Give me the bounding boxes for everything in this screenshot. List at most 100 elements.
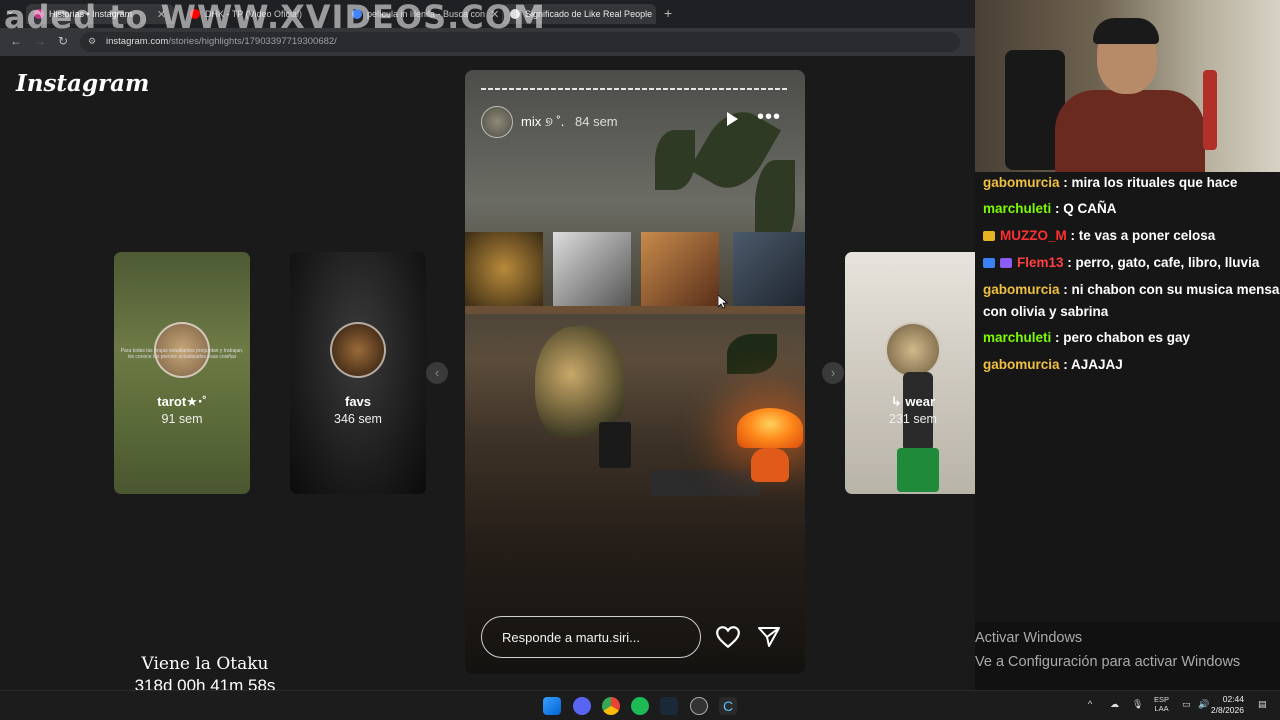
avatar[interactable] — [481, 106, 513, 138]
streamer-body — [1055, 90, 1205, 172]
system-clock[interactable]: 02:44 2/8/2026 — [1211, 694, 1244, 716]
speaker — [599, 422, 631, 468]
url-input[interactable]: ⚙ instagram.com/stories/highlights/17903… — [80, 32, 960, 52]
back-icon[interactable]: ← — [10, 34, 22, 48]
story-name: ↳ wear — [890, 394, 936, 409]
youtube-favicon-icon — [190, 9, 200, 19]
microphone-icon[interactable]: 🎙 — [1132, 699, 1143, 710]
chat-username: gabomurcia — [983, 175, 1060, 190]
story-time: 346 sem — [334, 412, 382, 426]
streamer-hair — [1093, 18, 1159, 44]
webcam-feed — [975, 0, 1280, 172]
lamp — [737, 408, 803, 448]
tab-label: DHK - TP (Video Oficial) — [205, 9, 303, 19]
chevron-left-icon[interactable]: ‹ — [426, 362, 448, 384]
turntable — [651, 470, 761, 496]
chat-message: gabomurcia : ni chabon con su musica men… — [983, 282, 1280, 319]
close-icon[interactable]: ✕ — [490, 8, 499, 21]
site-info-icon[interactable]: ⚙ — [88, 36, 96, 47]
language-indicator[interactable]: ESP LAA — [1154, 695, 1169, 713]
record-cover — [641, 232, 719, 306]
avatar — [885, 322, 941, 378]
app-icon[interactable]: C — [719, 697, 737, 715]
chevron-right-icon[interactable]: › — [822, 362, 844, 384]
story-name: tarot★‧˚ — [157, 394, 207, 409]
network-tray-icon[interactable]: ☁ — [1110, 699, 1119, 710]
plant-leaf — [655, 130, 695, 190]
google-favicon-icon — [352, 9, 362, 19]
windows-activation-watermark: Activar Windows Ve a Configuración para … — [975, 626, 1280, 674]
record-cover — [733, 232, 805, 306]
story-username[interactable]: mix ୭ ˚. — [521, 114, 564, 130]
tab-search-icon[interactable]: ⌄ — [6, 6, 14, 17]
chat-text: Q CAÑA — [1063, 201, 1117, 216]
forward-icon[interactable]: → — [34, 34, 46, 48]
language-code: ESP — [1154, 695, 1170, 704]
story-card-wear[interactable]: ↳ wear 231 sem — [845, 252, 981, 494]
spotify-icon[interactable] — [631, 697, 649, 715]
chat-text: perro, gato, cafe, libro, lluvia — [1075, 255, 1260, 270]
lamp-base — [751, 448, 789, 482]
tab-significado[interactable]: Significado de Like Real People ✕ — [502, 4, 656, 24]
chat-message: MUZZO_M : te vas a poner celosa — [983, 225, 1280, 247]
plant-leaf — [727, 334, 777, 374]
prime-badge-icon — [983, 258, 995, 269]
chat-text: te vas a poner celosa — [1078, 228, 1216, 243]
windows-taskbar: C ^ ☁ 🎙 ESP LAA ▭ 🔊 02:44 2/8/2026 ▤ — [0, 690, 1280, 720]
volume-icon[interactable]: 🔊 — [1198, 699, 1209, 710]
reload-icon[interactable]: ↻ — [58, 34, 68, 48]
countdown-title: Viene la Otaku — [141, 654, 269, 674]
tab-label: película in lilenila - Busca con — [367, 9, 486, 19]
tab-search[interactable]: película in lilenila - Busca con ✕ — [344, 4, 500, 24]
chat-username: Flem13 — [1017, 255, 1064, 270]
steam-icon[interactable] — [660, 697, 678, 715]
notification-icon[interactable]: ▤ — [1258, 699, 1267, 710]
heart-icon[interactable] — [715, 625, 741, 649]
story-time: 84 sem — [575, 114, 618, 129]
chrome-icon[interactable] — [602, 697, 620, 715]
close-icon[interactable]: ✕ — [157, 8, 166, 21]
reply-placeholder: Responde a martu.siri... — [502, 630, 641, 645]
more-icon[interactable]: ••• — [757, 106, 781, 129]
activation-title: Activar Windows — [975, 630, 1083, 646]
chat-username: gabomurcia — [983, 357, 1060, 372]
crown-badge-icon — [983, 231, 995, 242]
story-progress-bar — [481, 88, 789, 90]
language-layout: LAA — [1154, 704, 1169, 713]
chat-text: pero chabon es gay — [1063, 330, 1191, 345]
chat-username: gabomurcia — [983, 282, 1060, 297]
reply-input[interactable]: Responde a martu.siri... — [481, 616, 701, 658]
wifi-icon[interactable]: ▭ — [1182, 699, 1191, 710]
obs-icon[interactable] — [690, 697, 708, 715]
story-caption-text: Para todas las brujas estudiantes pregun… — [120, 348, 244, 360]
story-card-tarot[interactable]: Para todas las brujas estudiantes pregun… — [114, 252, 250, 494]
green-pants — [897, 448, 939, 492]
story-card-favs[interactable]: favs 346 sem — [290, 252, 426, 494]
chat-text: AJAJAJ — [1071, 357, 1123, 372]
tab-label: Historias • Instagram — [49, 9, 133, 19]
address-bar-row: ← → ↻ ⚙ instagram.com/stories/highlights… — [0, 28, 975, 56]
discord-icon[interactable] — [573, 697, 591, 715]
new-tab-icon[interactable]: + — [664, 5, 672, 21]
tab-instagram[interactable]: Historias • Instagram ✕ — [26, 4, 174, 24]
windows-start-icon[interactable] — [543, 697, 561, 715]
chat-message: Flem13 : perro, gato, cafe, libro, lluvi… — [983, 252, 1280, 274]
chat-text: mira los rituales que hace — [1071, 175, 1238, 190]
chat-username: MUZZO_M — [1000, 228, 1067, 243]
clock-time: 02:44 — [1222, 694, 1244, 704]
instagram-favicon-icon — [34, 9, 44, 19]
chat-message: marchuleti : Q CAÑA — [983, 201, 1117, 216]
tab-youtube[interactable]: DHK - TP (Video Oficial) — [182, 4, 344, 24]
instagram-logo[interactable]: Instagram — [16, 70, 149, 97]
url-text: instagram.com/stories/highlights/1790339… — [106, 36, 337, 47]
record-cover — [553, 232, 631, 306]
story-time: 231 sem — [889, 412, 937, 426]
chat-username: marchuleti — [983, 330, 1052, 345]
page-favicon-icon — [510, 9, 520, 19]
send-icon[interactable] — [757, 625, 781, 649]
record-cover — [465, 232, 543, 306]
mouse-cursor-icon — [718, 295, 728, 309]
active-story[interactable]: mix ୭ ˚. 84 sem ••• Responde a martu.sir… — [465, 70, 805, 674]
chevron-up-icon[interactable]: ^ — [1088, 699, 1092, 709]
play-icon[interactable] — [727, 112, 738, 126]
